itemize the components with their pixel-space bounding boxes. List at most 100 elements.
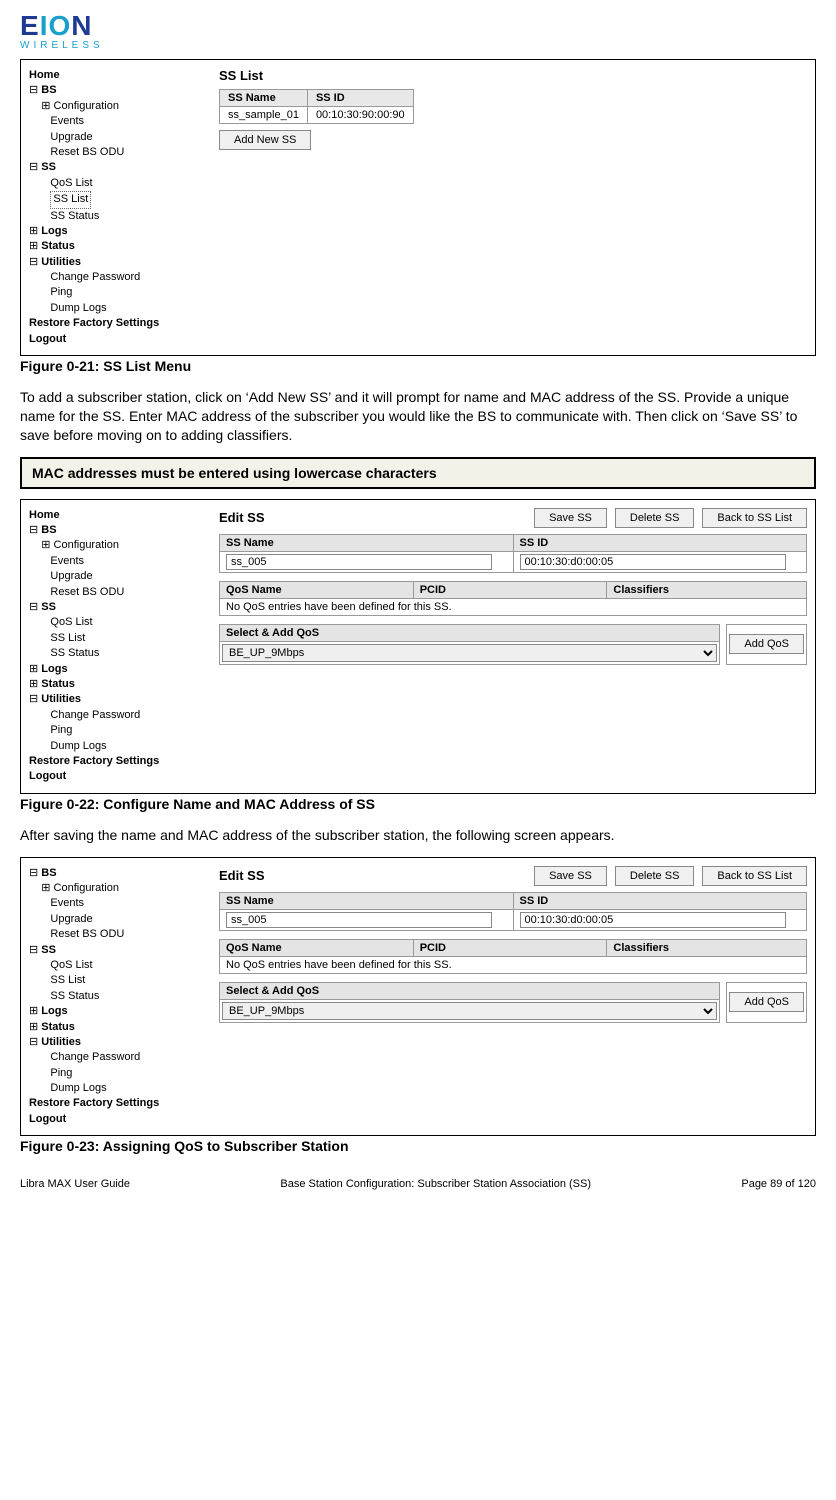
nav-ss-qos[interactable]: QoS List bbox=[50, 177, 92, 189]
col-ss-id: SS ID bbox=[513, 892, 807, 909]
nav-util-pass[interactable]: Change Password bbox=[50, 1051, 140, 1063]
nav-logs[interactable]: Logs bbox=[41, 1005, 67, 1017]
nav-restore[interactable]: Restore Factory Settings bbox=[29, 316, 199, 331]
ss-name-input[interactable] bbox=[226, 554, 492, 570]
nav-logout[interactable]: Logout bbox=[29, 332, 199, 347]
collapse-icon[interactable]: ⊟ bbox=[29, 1036, 38, 1048]
nav-bs-config[interactable]: Configuration bbox=[54, 539, 119, 551]
save-ss-button[interactable]: Save SS bbox=[534, 866, 607, 886]
collapse-icon[interactable]: ⊟ bbox=[29, 161, 38, 173]
nav-logs[interactable]: Logs bbox=[41, 225, 67, 237]
add-new-ss-button[interactable]: Add New SS bbox=[219, 130, 311, 150]
nav-ss[interactable]: SS bbox=[41, 161, 56, 173]
col-qos-name: QoS Name bbox=[220, 939, 414, 956]
qos-empty-row: No QoS entries have been defined for thi… bbox=[220, 956, 807, 973]
add-qos-button[interactable]: Add QoS bbox=[729, 634, 804, 654]
nav-bs-events[interactable]: Events bbox=[50, 897, 84, 909]
nav-ss-qos[interactable]: QoS List bbox=[50, 616, 92, 628]
nav-util-ping[interactable]: Ping bbox=[50, 286, 72, 298]
col-ss-name: SS Name bbox=[220, 892, 514, 909]
collapse-icon[interactable]: ⊟ bbox=[29, 84, 38, 96]
nav-bs-config[interactable]: Configuration bbox=[54, 882, 119, 894]
nav-bs-reset[interactable]: Reset BS ODU bbox=[50, 928, 124, 940]
nav-bs-events[interactable]: Events bbox=[50, 555, 84, 567]
nav-tree: ⊟ BS ⊞ Configuration Events Upgrade Rese… bbox=[29, 866, 199, 1128]
nav-ss-status[interactable]: SS Status bbox=[50, 210, 99, 222]
expand-icon[interactable]: ⊞ bbox=[41, 882, 50, 894]
nav-home[interactable]: Home bbox=[29, 508, 199, 523]
nav-bs-upgrade[interactable]: Upgrade bbox=[50, 570, 92, 582]
cell-ss-id: 00:10:30:90:00:90 bbox=[307, 107, 413, 124]
nav-bs-upgrade[interactable]: Upgrade bbox=[50, 131, 92, 143]
nav-ss-list[interactable]: SS List bbox=[50, 191, 91, 208]
nav-bs[interactable]: BS bbox=[41, 867, 56, 879]
collapse-icon[interactable]: ⊟ bbox=[29, 867, 38, 879]
nav-util-pass[interactable]: Change Password bbox=[50, 709, 140, 721]
nav-utilities[interactable]: Utilities bbox=[41, 256, 81, 268]
col-classifiers: Classifiers bbox=[607, 939, 807, 956]
expand-icon[interactable]: ⊞ bbox=[29, 225, 38, 237]
select-add-qos-header: Select & Add QoS bbox=[220, 983, 719, 1000]
nav-ss[interactable]: SS bbox=[41, 944, 56, 956]
collapse-icon[interactable]: ⊟ bbox=[29, 524, 38, 536]
nav-ss-list[interactable]: SS List bbox=[50, 632, 85, 644]
nav-restore[interactable]: Restore Factory Settings bbox=[29, 1096, 199, 1111]
nav-utilities[interactable]: Utilities bbox=[41, 693, 81, 705]
nav-bs-upgrade[interactable]: Upgrade bbox=[50, 913, 92, 925]
collapse-icon[interactable]: ⊟ bbox=[29, 256, 38, 268]
body-paragraph: To add a subscriber station, click on ‘A… bbox=[20, 388, 816, 445]
nav-home[interactable]: Home bbox=[29, 68, 199, 83]
nav-bs-events[interactable]: Events bbox=[50, 115, 84, 127]
ss-id-input[interactable] bbox=[520, 912, 786, 928]
expand-icon[interactable]: ⊞ bbox=[29, 678, 38, 690]
nav-logs[interactable]: Logs bbox=[41, 663, 67, 675]
delete-ss-button[interactable]: Delete SS bbox=[615, 866, 695, 886]
nav-ss[interactable]: SS bbox=[41, 601, 56, 613]
nav-ss-status[interactable]: SS Status bbox=[50, 647, 99, 659]
nav-util-dump[interactable]: Dump Logs bbox=[50, 302, 106, 314]
expand-icon[interactable]: ⊞ bbox=[41, 539, 50, 551]
nav-status[interactable]: Status bbox=[41, 240, 75, 252]
col-ss-name: SS Name bbox=[220, 534, 514, 551]
nav-bs-reset[interactable]: Reset BS ODU bbox=[50, 586, 124, 598]
nav-util-ping[interactable]: Ping bbox=[50, 724, 72, 736]
back-to-list-button[interactable]: Back to SS List bbox=[702, 866, 807, 886]
expand-icon[interactable]: ⊞ bbox=[29, 1005, 38, 1017]
add-qos-button[interactable]: Add QoS bbox=[729, 992, 804, 1012]
nav-logout[interactable]: Logout bbox=[29, 1112, 199, 1127]
qos-select[interactable]: BE_UP_9Mbps bbox=[222, 644, 717, 662]
collapse-icon[interactable]: ⊟ bbox=[29, 601, 38, 613]
expand-icon[interactable]: ⊞ bbox=[29, 1021, 38, 1033]
delete-ss-button[interactable]: Delete SS bbox=[615, 508, 695, 528]
collapse-icon[interactable]: ⊟ bbox=[29, 944, 38, 956]
logo-letter: IO bbox=[40, 10, 72, 41]
nav-bs-config[interactable]: Configuration bbox=[54, 100, 119, 112]
nav-restore[interactable]: Restore Factory Settings bbox=[29, 754, 199, 769]
nav-utilities[interactable]: Utilities bbox=[41, 1036, 81, 1048]
nav-logout[interactable]: Logout bbox=[29, 769, 199, 784]
qos-select[interactable]: BE_UP_9Mbps bbox=[222, 1002, 717, 1020]
nav-bs[interactable]: BS bbox=[41, 84, 56, 96]
expand-icon[interactable]: ⊞ bbox=[29, 240, 38, 252]
nav-util-pass[interactable]: Change Password bbox=[50, 271, 140, 283]
expand-icon[interactable]: ⊞ bbox=[29, 663, 38, 675]
nav-util-ping[interactable]: Ping bbox=[50, 1067, 72, 1079]
nav-ss-qos[interactable]: QoS List bbox=[50, 959, 92, 971]
expand-icon[interactable]: ⊞ bbox=[41, 100, 50, 112]
nav-status[interactable]: Status bbox=[41, 678, 75, 690]
nav-util-dump[interactable]: Dump Logs bbox=[50, 740, 106, 752]
qos-table: QoS Name PCID Classifiers No QoS entries… bbox=[219, 581, 807, 616]
ss-name-id-table: SS Name SS ID bbox=[219, 892, 807, 931]
ss-id-input[interactable] bbox=[520, 554, 786, 570]
nav-bs[interactable]: BS bbox=[41, 524, 56, 536]
back-to-list-button[interactable]: Back to SS List bbox=[702, 508, 807, 528]
save-ss-button[interactable]: Save SS bbox=[534, 508, 607, 528]
nav-status[interactable]: Status bbox=[41, 1021, 75, 1033]
table-row[interactable]: ss_sample_01 00:10:30:90:00:90 bbox=[220, 107, 414, 124]
ss-name-input[interactable] bbox=[226, 912, 492, 928]
nav-ss-list[interactable]: SS List bbox=[50, 974, 85, 986]
nav-util-dump[interactable]: Dump Logs bbox=[50, 1082, 106, 1094]
nav-bs-reset[interactable]: Reset BS ODU bbox=[50, 146, 124, 158]
nav-ss-status[interactable]: SS Status bbox=[50, 990, 99, 1002]
collapse-icon[interactable]: ⊟ bbox=[29, 693, 38, 705]
